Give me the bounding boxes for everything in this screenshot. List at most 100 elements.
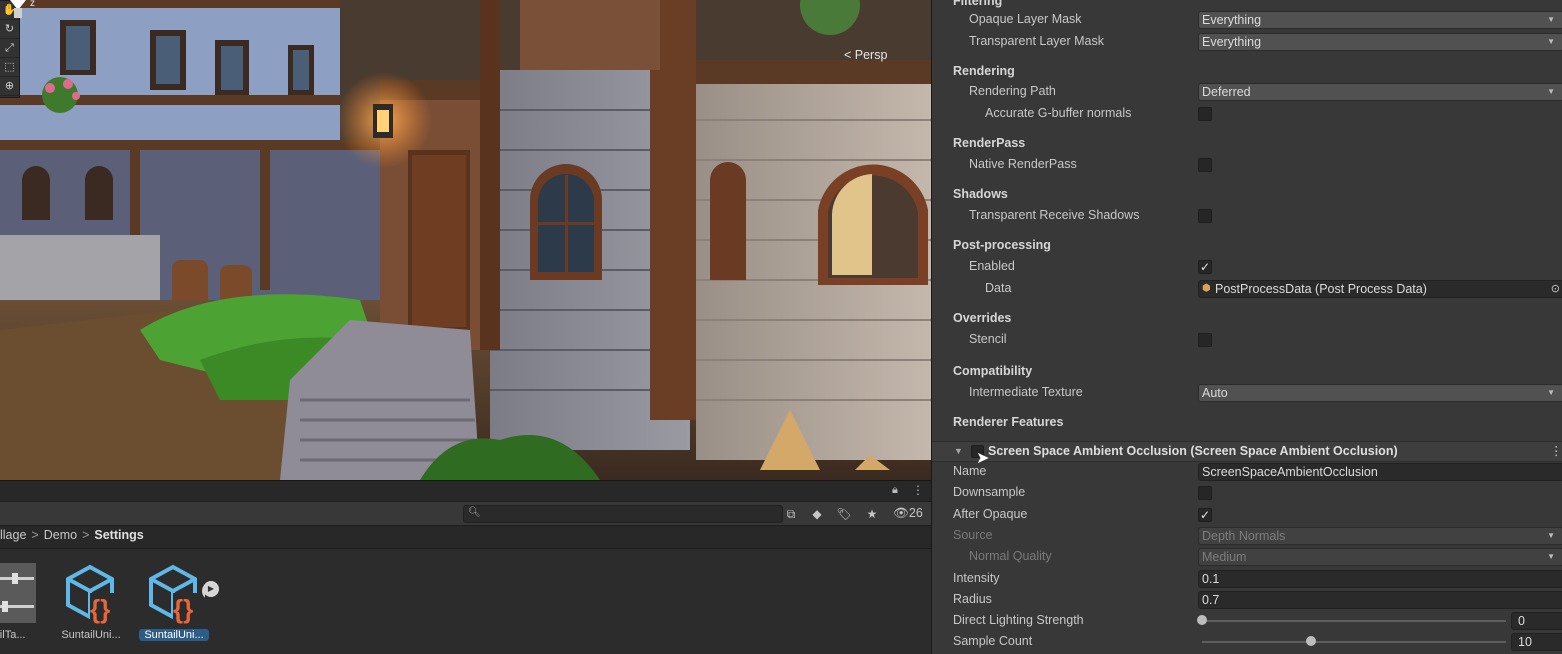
field-label: Source bbox=[953, 528, 993, 542]
pp-enabled-row: Enabled bbox=[932, 256, 1562, 278]
dropdown-value: Medium bbox=[1202, 550, 1247, 564]
rect-tool-icon[interactable]: ⬚ bbox=[0, 58, 19, 77]
breadcrumb-item[interactable]: Demo bbox=[44, 528, 77, 542]
opaque-layer-mask-dropdown[interactable]: Everything ▼ bbox=[1198, 11, 1562, 29]
field-label: Accurate G-buffer normals bbox=[985, 106, 1132, 120]
transparent-receive-shadows-row: Transparent Receive Shadows bbox=[932, 205, 1562, 226]
direct-lighting-slider-thumb[interactable] bbox=[1197, 615, 1207, 625]
transparent-layer-mask-row: Transparent Layer Mask Everything ▼ bbox=[932, 31, 1562, 52]
intensity-input[interactable]: 0.1 bbox=[1198, 570, 1562, 588]
section-header: Overrides bbox=[953, 311, 1012, 325]
native-renderpass-row: Native RenderPass bbox=[932, 154, 1562, 175]
direct-lighting-slider-track[interactable] bbox=[1202, 620, 1506, 622]
transparent-receive-shadows-checkbox[interactable] bbox=[1198, 209, 1212, 223]
asset-item[interactable]: ntailTa... bbox=[0, 563, 46, 641]
field-label: Native RenderPass bbox=[969, 157, 1077, 171]
downsample-checkbox[interactable] bbox=[1198, 486, 1212, 500]
dropdown-arrow-icon: ▼ bbox=[1547, 552, 1555, 561]
section-header: Compatibility bbox=[953, 364, 1033, 378]
perspective-toggle[interactable]: < Persp bbox=[844, 48, 887, 62]
breadcrumb: llage > Demo > Settings bbox=[0, 528, 144, 548]
asset-label: SuntailUni... bbox=[61, 629, 121, 641]
orientation-gizmo[interactable]: z bbox=[0, 0, 40, 30]
dropdown-arrow-icon: ▼ bbox=[1547, 531, 1555, 540]
section-header: Post-processing bbox=[953, 238, 1051, 252]
scale-tool-icon[interactable]: ⤢ bbox=[0, 39, 19, 58]
field-label: Stencil bbox=[969, 332, 1007, 346]
field-label: Normal Quality bbox=[969, 549, 1052, 563]
lock-icon[interactable]: 🔒︎ bbox=[892, 484, 898, 497]
dropdown-arrow-icon: ▼ bbox=[1547, 388, 1555, 397]
filter-by-label-icon[interactable]: 🏷︎ bbox=[836, 506, 852, 522]
section-renderpass: RenderPass bbox=[932, 133, 1562, 154]
asset-item[interactable]: {} SuntailUni... bbox=[56, 563, 126, 641]
transform-tool-icon[interactable]: ⊕ bbox=[0, 77, 19, 96]
breadcrumb-current[interactable]: Settings bbox=[94, 528, 143, 542]
section-overrides: Overrides bbox=[932, 308, 1562, 329]
stencil-checkbox[interactable] bbox=[1198, 333, 1212, 347]
eye-slash-icon: 👁︎ bbox=[893, 506, 909, 520]
pp-data-object-field[interactable]: ⬢ PostProcessData (Post Process Data) ⊙ bbox=[1198, 280, 1562, 298]
svg-text:{}: {} bbox=[173, 594, 193, 624]
scene-view[interactable]: ✋ ↻ ⤢ ⬚ ⊕ z < Persp bbox=[0, 0, 931, 480]
accurate-gbuffer-checkbox[interactable] bbox=[1198, 107, 1212, 121]
ssao-feature-header[interactable]: ▼ Screen Space Ambient Occlusion (Screen… bbox=[932, 441, 1562, 462]
transparent-layer-mask-dropdown[interactable]: Everything ▼ bbox=[1198, 33, 1562, 51]
after-opaque-checkbox[interactable] bbox=[1198, 505, 1212, 526]
favorite-star-icon[interactable]: ★ bbox=[864, 506, 880, 522]
asset-item-selected[interactable]: {} ▶ SuntailUni... bbox=[139, 563, 220, 641]
pp-data-row: Data ⬢ PostProcessData (Post Process Dat… bbox=[932, 278, 1562, 299]
intermediate-texture-row: Intermediate Texture Auto ▼ bbox=[932, 382, 1562, 403]
field-label: Transparent Receive Shadows bbox=[969, 208, 1140, 222]
field-label: Opaque Layer Mask bbox=[969, 12, 1082, 26]
intermediate-texture-dropdown[interactable]: Auto ▼ bbox=[1198, 384, 1562, 402]
panel-menu-icon[interactable]: ⋮ bbox=[912, 483, 924, 497]
radius-input[interactable]: 0.7 bbox=[1198, 591, 1562, 609]
sample-count-value-input[interactable]: 10 bbox=[1511, 633, 1562, 651]
project-search-input[interactable]: 🔍︎ bbox=[463, 505, 783, 523]
foldout-arrow-icon[interactable]: ▼ bbox=[954, 442, 963, 461]
object-picker-icon[interactable]: ⊙ bbox=[1551, 281, 1560, 297]
feature-name-input[interactable]: ScreenSpaceAmbientOcclusion bbox=[1198, 463, 1562, 481]
field-label: Downsample bbox=[953, 485, 1026, 499]
pp-enabled-checkbox[interactable] bbox=[1198, 257, 1212, 278]
svg-text:{}: {} bbox=[90, 594, 110, 624]
native-renderpass-checkbox[interactable] bbox=[1198, 158, 1212, 172]
breadcrumb-item[interactable]: llage bbox=[0, 528, 26, 542]
direct-lighting-value-input[interactable]: 0 bbox=[1511, 612, 1562, 630]
feature-title: Screen Space Ambient Occlusion (Screen S… bbox=[988, 444, 1398, 458]
rendering-path-dropdown[interactable]: Deferred ▼ bbox=[1198, 83, 1562, 101]
dropdown-value: Depth Normals bbox=[1202, 529, 1286, 543]
project-panel: 🔒︎ ⋮ 🔍︎ ⧉ ◆ 🏷︎ ★ 👁︎26 llage > Demo > Setting… bbox=[0, 480, 931, 654]
field-label: Direct Lighting Strength bbox=[953, 613, 1084, 627]
search-icon: 🔍︎ bbox=[468, 507, 481, 518]
feature-name-row: Name ScreenSpaceAmbientOcclusion bbox=[932, 461, 1562, 482]
hidden-count-value: 26 bbox=[908, 506, 923, 520]
section-compatibility: Compatibility bbox=[932, 361, 1562, 382]
dropdown-value: Everything bbox=[1202, 35, 1262, 49]
field-label: Data bbox=[985, 281, 1012, 295]
project-tab-bar: 🔒︎ ⋮ bbox=[0, 481, 931, 501]
scene-render-image bbox=[0, 0, 931, 480]
section-rendering: Rendering bbox=[932, 61, 1562, 82]
sample-count-slider-thumb[interactable] bbox=[1306, 636, 1317, 646]
radius-row: Radius 0.7 bbox=[932, 589, 1562, 610]
filter-by-type-icon[interactable]: ◆ bbox=[809, 506, 825, 522]
after-opaque-row: After Opaque bbox=[932, 504, 1562, 526]
stencil-row: Stencil bbox=[932, 329, 1562, 350]
search-by-type-icon[interactable]: ⧉ bbox=[783, 506, 799, 522]
dropdown-arrow-icon: ▼ bbox=[1547, 87, 1555, 96]
feature-menu-icon[interactable]: ⋮ bbox=[1550, 442, 1562, 461]
sample-count-slider-track[interactable] bbox=[1202, 641, 1506, 643]
field-label: Intensity bbox=[953, 571, 1000, 585]
script-cube-icon: {} bbox=[60, 563, 122, 625]
dropdown-value: Auto bbox=[1202, 386, 1228, 400]
chevron-right-icon: > bbox=[31, 528, 39, 542]
section-shadows: Shadows bbox=[932, 184, 1562, 205]
section-header: Shadows bbox=[953, 187, 1008, 201]
normal-quality-dropdown: Medium ▼ bbox=[1198, 548, 1562, 566]
scriptable-object-icon: ⬢ bbox=[1202, 283, 1211, 294]
hidden-packages-count[interactable]: 👁︎26 bbox=[893, 506, 923, 521]
field-label: Enabled bbox=[969, 259, 1015, 273]
dropdown-arrow-icon: ▼ bbox=[1547, 15, 1555, 24]
